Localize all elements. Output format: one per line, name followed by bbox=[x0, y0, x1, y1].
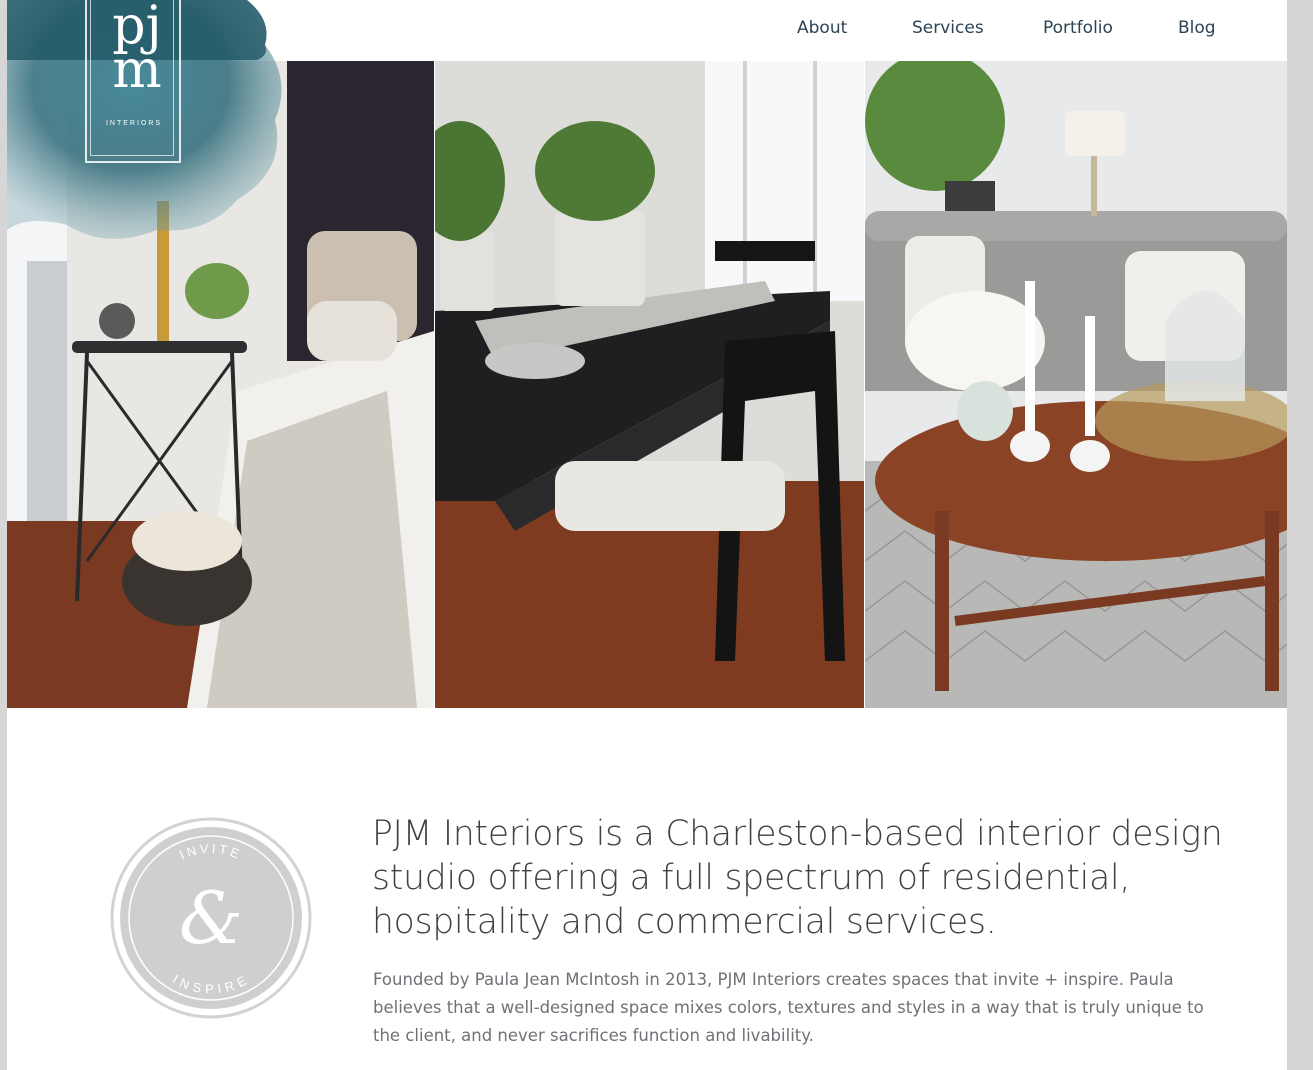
ampersand-icon: & bbox=[179, 876, 243, 960]
logo-letters-bottom: m bbox=[112, 40, 162, 100]
brand-logo[interactable]: pj m INTERIORS bbox=[7, 0, 297, 260]
invite-inspire-badge: INVITE INSPIRE & bbox=[110, 817, 312, 1019]
nav-portfolio[interactable]: Portfolio bbox=[1043, 18, 1113, 38]
hero-photo-dining bbox=[435, 61, 864, 708]
intro-headline: PJM Interiors is a Charleston-based inte… bbox=[372, 814, 1223, 942]
nav-services[interactable]: Services bbox=[912, 18, 984, 38]
nav-blog[interactable]: Blog bbox=[1178, 18, 1216, 38]
page: About Services Portfolio Blog pj m INTER… bbox=[7, 0, 1287, 1070]
logo-letters: pj m bbox=[97, 0, 177, 100]
nav-about[interactable]: About bbox=[797, 18, 847, 38]
logo-subtitle: INTERIORS bbox=[105, 120, 163, 127]
hero-photo-living bbox=[865, 61, 1287, 708]
intro-body: Founded by Paula Jean McIntosh in 2013, … bbox=[373, 970, 1204, 1045]
